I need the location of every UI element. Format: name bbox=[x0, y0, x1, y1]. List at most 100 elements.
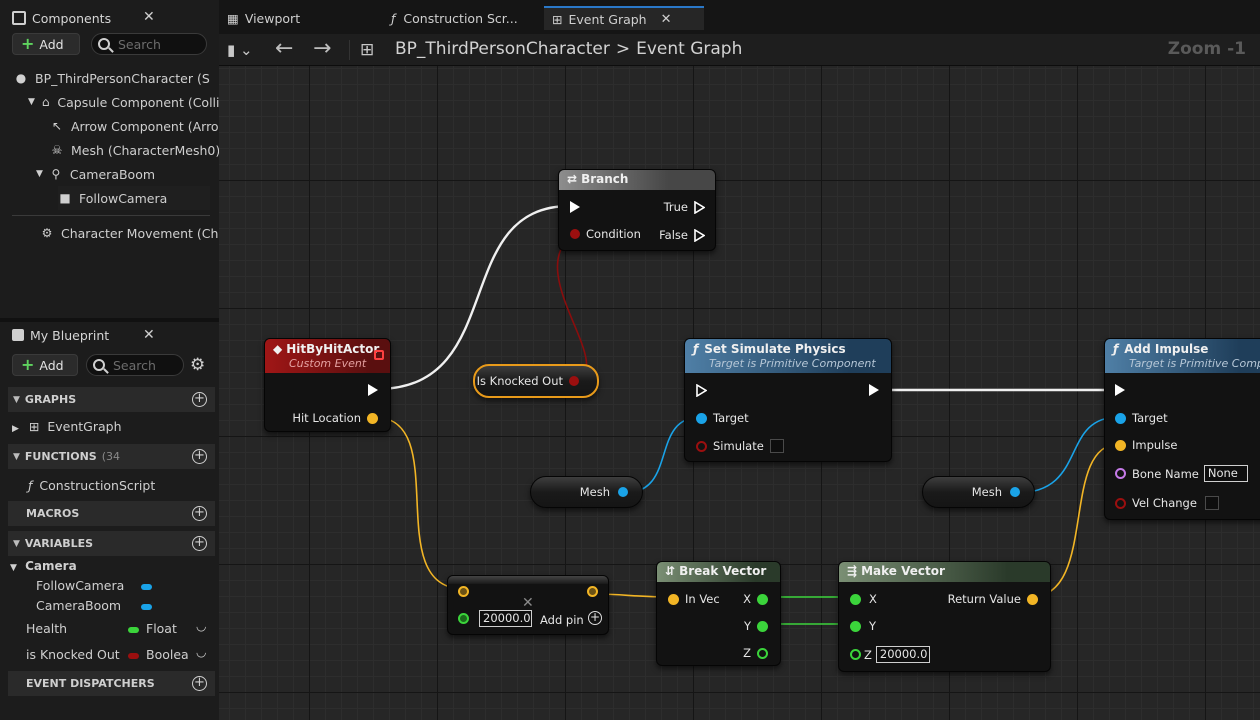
event-exec-out-pin[interactable] bbox=[368, 384, 378, 396]
my-blueprint-add-button[interactable]: + Add bbox=[12, 354, 78, 376]
make-y-pin[interactable]: Y bbox=[850, 619, 876, 633]
tree-item-label: Arrow Component (Arrov bbox=[71, 118, 226, 134]
simulate-simulate-pin[interactable]: Simulate bbox=[696, 439, 784, 453]
multiply-icon: ✕ bbox=[522, 595, 534, 611]
section-functions[interactable]: ▼ FUNCTIONS (34 + bbox=[8, 444, 215, 469]
impulse-exec-in-pin[interactable] bbox=[1115, 384, 1125, 396]
bone-name-input[interactable]: None bbox=[1203, 465, 1248, 482]
simulate-checkbox[interactable] bbox=[769, 439, 784, 453]
break-in-vec-pin[interactable]: In Vec bbox=[668, 592, 720, 606]
bookmark-icon[interactable]: ▮ ⌄ bbox=[227, 41, 253, 59]
impulse-target-pin[interactable]: Target bbox=[1115, 411, 1168, 425]
branch-false-pin[interactable]: False bbox=[659, 228, 705, 242]
add-function-icon[interactable]: + bbox=[192, 449, 207, 464]
tree-item-movement[interactable]: ⚙ Character Movement (Cha bbox=[40, 221, 238, 245]
make-x-pin[interactable]: X bbox=[850, 592, 877, 606]
break-vector-node[interactable]: ⇵ Break Vector In Vec X Y Z bbox=[656, 561, 781, 666]
variable-followcamera[interactable]: FollowCamera bbox=[36, 578, 216, 593]
branch-condition-pin[interactable]: Condition bbox=[570, 227, 641, 241]
set-simulate-physics-node[interactable]: ƒ Set Simulate Physics Target is Primitiv… bbox=[684, 338, 892, 462]
mesh-getter-2[interactable]: Mesh bbox=[922, 476, 1035, 508]
eye-icon[interactable]: ◡ bbox=[196, 647, 206, 659]
add-impulse-node[interactable]: ƒ Add Impulse Target is Primitive Comp Ta… bbox=[1104, 338, 1260, 520]
vel-change-checkbox[interactable] bbox=[1204, 496, 1219, 510]
float-input-pin[interactable] bbox=[458, 613, 469, 624]
tree-item-root[interactable]: ● BP_ThirdPersonCharacter (S bbox=[14, 66, 212, 90]
vector-output-pin[interactable] bbox=[587, 586, 598, 597]
section-macros[interactable]: MACROS + bbox=[8, 501, 215, 526]
back-arrow-icon[interactable]: ← bbox=[275, 36, 293, 61]
tab-viewport[interactable]: ▦ Viewport bbox=[219, 6, 375, 30]
components-tab[interactable]: Components bbox=[12, 6, 111, 30]
settings-gear-icon[interactable]: ⚙ bbox=[190, 355, 205, 375]
branch-node[interactable]: ⇄ Branch True Condition False bbox=[558, 169, 716, 251]
simulate-exec-out-pin[interactable] bbox=[869, 384, 879, 396]
make-return-pin[interactable]: Return Value bbox=[948, 592, 1038, 606]
variable-isknockedout[interactable]: is Knocked Out Boolear ◡ bbox=[26, 647, 216, 662]
impulse-vel-change-pin[interactable]: Vel Change bbox=[1115, 496, 1219, 510]
delegate-pin-icon[interactable] bbox=[374, 350, 384, 360]
simulate-target-pin[interactable]: Target bbox=[696, 411, 749, 425]
add-dispatcher-icon[interactable]: + bbox=[192, 676, 207, 691]
my-blueprint-search-input[interactable]: Search bbox=[86, 354, 184, 376]
pin-label: Z bbox=[864, 647, 872, 662]
impulse-impulse-pin[interactable]: Impulse bbox=[1115, 438, 1177, 452]
make-z-pin[interactable]: Z 20000.0 bbox=[850, 646, 930, 663]
section-graphs[interactable]: ▼ GRAPHS + bbox=[8, 387, 215, 412]
branch-exec-in-pin[interactable] bbox=[570, 201, 580, 213]
forward-arrow-icon[interactable]: → bbox=[313, 36, 331, 61]
my-blueprint-close-icon[interactable]: ✕ bbox=[143, 327, 155, 343]
break-x-pin[interactable]: X bbox=[743, 592, 768, 606]
simulate-exec-in-pin[interactable] bbox=[696, 384, 707, 397]
close-tab-icon[interactable]: ✕ bbox=[661, 12, 672, 27]
variable-cameraboom[interactable]: CameraBoom bbox=[36, 598, 216, 613]
make-z-input[interactable]: 20000.0 bbox=[875, 646, 930, 663]
make-vector-node[interactable]: ⇶ Make Vector X Y Z 20000.0 Return Value bbox=[838, 561, 1051, 672]
graph-item-eventgraph[interactable]: ▶ ⊞ EventGraph bbox=[12, 419, 122, 434]
section-variables[interactable]: ▼ VARIABLES + bbox=[8, 531, 215, 556]
break-y-pin[interactable]: Y bbox=[744, 619, 768, 633]
tree-item-cameraboom[interactable]: ▼ ⚲ CameraBoom bbox=[36, 162, 234, 186]
multiply-value-input[interactable]: 20000.0 bbox=[479, 610, 532, 627]
hit-location-pin[interactable]: Hit Location bbox=[292, 411, 378, 425]
function-icon: ƒ bbox=[1113, 342, 1119, 356]
is-knocked-out-getter[interactable]: Is Knocked Out bbox=[473, 364, 599, 398]
tree-item-label: Character Movement (Cha bbox=[61, 225, 227, 241]
add-pin-label[interactable]: Add pin bbox=[540, 613, 584, 627]
function-item-constructionscript[interactable]: ƒ ConstructionScript bbox=[28, 478, 155, 493]
add-variable-icon[interactable]: + bbox=[192, 536, 207, 551]
tree-item-capsule[interactable]: ▼ ⌂ Capsule Component (Collis bbox=[28, 90, 226, 114]
variable-category-camera[interactable]: ▼ Camera bbox=[10, 559, 77, 573]
graph-icon: ⊞ bbox=[28, 419, 40, 434]
my-blueprint-tab[interactable]: My Blueprint bbox=[12, 323, 109, 347]
mesh-getter-1[interactable]: Mesh bbox=[530, 476, 643, 508]
vector-input-pin[interactable] bbox=[458, 586, 469, 597]
multiply-node[interactable]: ✕ 20000.0 Add pin + bbox=[447, 575, 609, 635]
branch-true-pin[interactable]: True bbox=[664, 200, 705, 214]
impulse-bone-name-pin[interactable]: Bone Name None bbox=[1115, 465, 1248, 482]
components-add-button[interactable]: + Add bbox=[12, 33, 80, 55]
tab-construction-script[interactable]: ƒ Construction Scr... bbox=[383, 6, 541, 30]
breadcrumb-root[interactable]: BP_ThirdPersonCharacter bbox=[395, 39, 610, 59]
section-functions-label: FUNCTIONS bbox=[24, 450, 97, 463]
breadcrumb: BP_ThirdPersonCharacter > Event Graph bbox=[395, 39, 742, 59]
panel-splitter[interactable] bbox=[0, 318, 219, 322]
break-z-pin[interactable]: Z bbox=[743, 646, 768, 660]
add-pin-icon[interactable]: + bbox=[588, 611, 602, 625]
components-close-icon[interactable]: ✕ bbox=[143, 9, 155, 25]
variable-health[interactable]: Health Float ◡ bbox=[26, 619, 216, 636]
collapse-arrow-icon[interactable]: ▼ bbox=[28, 97, 35, 107]
tab-event-graph[interactable]: ⊞ Event Graph ✕ bbox=[544, 6, 704, 30]
add-graph-icon[interactable]: + bbox=[192, 392, 207, 407]
hitbyhitactor-event-node[interactable]: ◆ HitByHitActor Custom Event Hit Location bbox=[264, 338, 391, 432]
tree-item-followcamera[interactable]: ■ FollowCamera bbox=[58, 186, 210, 210]
event-graph-canvas[interactable]: ⇄ Branch True Condition False ◆ HitByHitAc… bbox=[219, 66, 1260, 720]
eye-icon[interactable]: ◡ bbox=[196, 619, 206, 633]
pin-label: Z bbox=[743, 646, 751, 660]
components-search-input[interactable]: Search bbox=[91, 33, 207, 55]
section-event-dispatchers[interactable]: EVENT DISPATCHERS + bbox=[8, 671, 215, 696]
collapse-arrow-icon[interactable]: ▼ bbox=[36, 169, 43, 179]
vector-wire-hit-multiply bbox=[373, 416, 465, 590]
add-macro-icon[interactable]: + bbox=[192, 506, 207, 521]
exec-out-pin-icon bbox=[694, 200, 705, 214]
